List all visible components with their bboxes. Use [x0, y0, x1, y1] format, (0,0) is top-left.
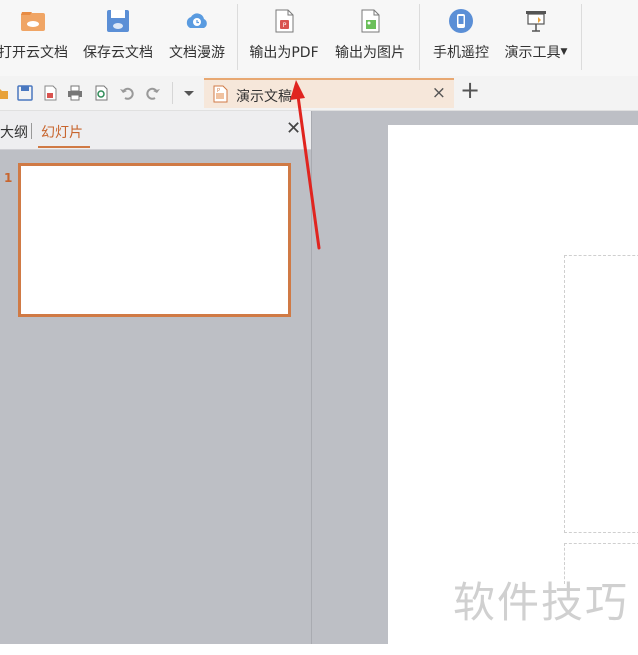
present-tools-button[interactable]: 演示工具▼: [498, 0, 574, 72]
active-tab-underline: [38, 146, 90, 148]
print-preview-icon[interactable]: [92, 84, 110, 102]
open-cloud-doc-button[interactable]: 打开云文档: [0, 0, 78, 72]
phone-remote-label: 手机遥控: [433, 45, 489, 61]
slide-thumbnail[interactable]: [18, 163, 291, 317]
close-tab-icon[interactable]: ×: [432, 83, 446, 103]
phone-remote-button[interactable]: 手机遥控: [426, 0, 496, 72]
redo-icon[interactable]: [144, 84, 162, 102]
customize-dropdown-icon[interactable]: [180, 84, 198, 102]
export-pdf-button[interactable]: P 输出为PDF: [244, 0, 324, 72]
export-image-label: 输出为图片: [335, 45, 405, 61]
quick-access-separator: [172, 82, 173, 104]
export-image-icon: [361, 9, 380, 33]
save-cloud-doc-label: 保存云文档: [83, 45, 153, 61]
title-placeholder[interactable]: [564, 255, 638, 533]
tab-slides[interactable]: 幻灯片: [41, 122, 83, 142]
open-folder-icon[interactable]: [0, 84, 10, 102]
print-icon[interactable]: [66, 84, 84, 102]
export-image-button[interactable]: 输出为图片: [328, 0, 412, 72]
save-cloud-doc-button[interactable]: 保存云文档: [78, 0, 158, 72]
save-cloud-icon: [107, 10, 129, 32]
toolbar-separator: [581, 4, 582, 70]
quick-access-bar: P 演示文稿 × +: [0, 76, 638, 111]
tab-presentation-doc[interactable]: P 演示文稿 ×: [204, 78, 454, 108]
new-tab-icon[interactable]: +: [458, 78, 482, 103]
export-pdf-label: 输出为PDF: [249, 45, 319, 61]
slide-number: 1: [4, 171, 13, 185]
folder-cloud-icon: [21, 12, 45, 31]
watermark-text: 软件技巧: [453, 578, 630, 627]
toolbar-separator: [419, 4, 420, 70]
toolbar-separator: [237, 4, 238, 70]
svg-text:P: P: [283, 22, 287, 29]
cloud-clock-icon: [186, 13, 207, 28]
ppt-file-icon: P: [213, 85, 228, 103]
tab-outline[interactable]: 大纲: [0, 122, 28, 142]
export-pdf-quick-icon[interactable]: [41, 84, 59, 102]
tab-label: 演示文稿: [236, 89, 292, 105]
present-tools-label: 演示工具▼: [504, 45, 568, 61]
phone-remote-icon: [449, 9, 473, 33]
ribbon-toolbar: 打开云文档 保存云文档 文档漫游 P 输出为PDF 输出为图片 手机遥控 演示工…: [0, 0, 638, 76]
slides-panel-header: 大纲 幻灯片 ✕: [0, 111, 311, 150]
panel-tab-divider: [31, 123, 32, 139]
dropdown-caret-icon: ▼: [560, 47, 568, 57]
close-panel-icon[interactable]: ✕: [286, 118, 301, 139]
open-cloud-doc-label: 打开云文档: [0, 45, 68, 61]
svg-text:P: P: [217, 88, 220, 94]
doc-roam-label: 文档漫游: [169, 45, 225, 61]
export-pdf-icon: P: [275, 9, 294, 33]
slides-panel: 大纲 幻灯片 ✕ 1: [0, 111, 312, 644]
save-icon[interactable]: [16, 84, 34, 102]
presentation-board-icon: [526, 11, 546, 32]
undo-icon[interactable]: [118, 84, 136, 102]
doc-roam-button[interactable]: 文档漫游: [162, 0, 232, 72]
slide-editor-area: [312, 111, 638, 655]
